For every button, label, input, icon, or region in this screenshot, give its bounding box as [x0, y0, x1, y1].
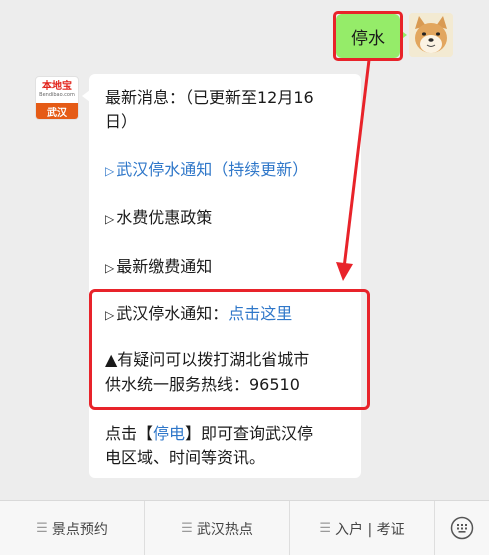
hamburger-icon: ☰ [181, 521, 193, 536]
account-avatar-logo[interactable]: 本地宝 Bendibao.com 武汉 [35, 76, 79, 120]
outgoing-highlight-box [333, 11, 403, 61]
footer-prefix: 点击【 [105, 424, 154, 443]
logo-city-text: 武汉 [47, 108, 67, 119]
triangle-right-icon: ▷ [105, 164, 115, 178]
payment-row[interactable]: ▷ 最新缴费通知 [105, 255, 212, 280]
menu-item-label: 武汉热点 [196, 521, 253, 538]
hamburger-icon: ☰ [36, 521, 48, 536]
incoming-highlight-box [89, 289, 370, 410]
logo-brand-text: 本地宝 [42, 81, 72, 92]
triangle-right-icon: ▷ [105, 212, 115, 226]
menu-item-label: 景点预约 [51, 521, 108, 538]
notice-link-row[interactable]: ▷ 武汉停水通知（持续更新） [105, 158, 308, 183]
keyboard-toggle-button[interactable] [435, 501, 489, 555]
power-outage-line2: 电区域、时间等资讯。 [105, 448, 266, 467]
footer-suffix: 】即可查询武汉停 [185, 424, 314, 443]
triangle-right-icon: ▷ [105, 261, 115, 275]
logo-top: 本地宝 Bendibao.com [36, 77, 78, 103]
menu-item-wuhan-hot[interactable]: ☰ 武汉热点 [145, 501, 290, 555]
menu-item-label: 入户 | 考证 [335, 521, 405, 538]
bottom-menu-bar: ☰ 景点预约 ☰ 武汉热点 ☰ 入户 | 考证 [0, 500, 489, 555]
incoming-message-bubble: 最新消息：（已更新至12月16 日） ▷ 武汉停水通知（持续更新） ▷ 水费优惠政策… [82, 74, 361, 478]
logo-domain-text: Bendibao.com [39, 92, 75, 98]
menu-item-household-certificate[interactable]: ☰ 入户 | 考证 [290, 501, 435, 555]
policy-row[interactable]: ▷ 水费优惠政策 [105, 206, 212, 231]
shiba-dog-icon [409, 13, 453, 57]
menu-item-attraction-booking[interactable]: ☰ 景点预约 [0, 501, 145, 555]
payment-notice-text: 最新缴费通知 [116, 257, 213, 276]
keyboard-icon [450, 516, 474, 540]
hamburger-icon: ☰ [319, 521, 332, 536]
power-outage-link[interactable]: 停电 [153, 424, 185, 443]
logo-city-band: 武汉 [36, 103, 78, 119]
user-avatar[interactable] [409, 13, 453, 57]
update-info-line1: 最新消息：（已更新至12月16 [105, 88, 314, 107]
update-info-line2: 日） [105, 112, 138, 131]
power-outage-row: 点击【停电】即可查询武汉停 [105, 422, 313, 445]
water-outage-notice-link[interactable]: 武汉停水通知（持续更新） [116, 160, 308, 179]
water-fee-policy-text: 水费优惠政策 [116, 208, 213, 227]
